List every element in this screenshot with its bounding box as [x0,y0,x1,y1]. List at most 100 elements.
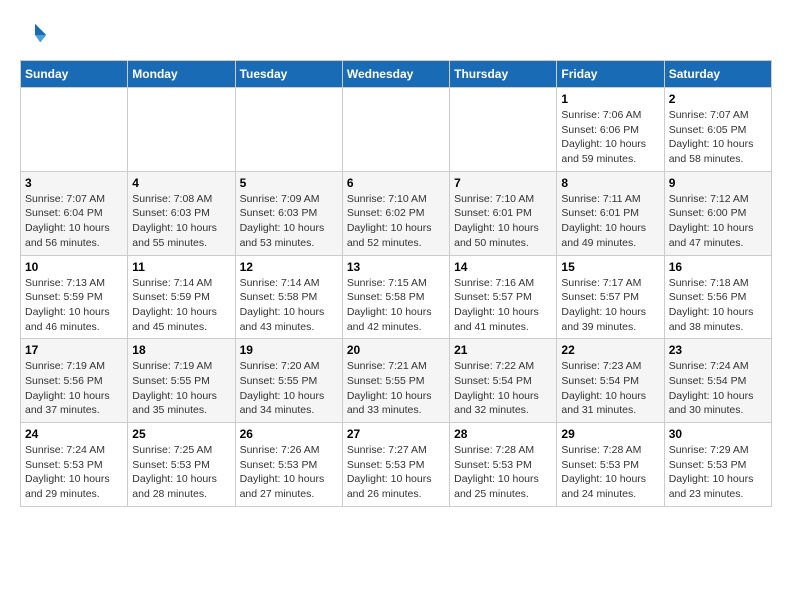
calendar-cell: 29 Sunrise: 7:28 AMSunset: 5:53 PMDayligh… [557,423,664,507]
calendar-cell: 24 Sunrise: 7:24 AMSunset: 5:53 PMDayligh… [21,423,128,507]
week-row-4: 17 Sunrise: 7:19 AMSunset: 5:56 PMDayligh… [21,339,772,423]
day-number: 18 [132,343,230,357]
day-info: Sunrise: 7:06 AMSunset: 6:06 PMDaylight:… [561,108,659,167]
day-number: 7 [454,176,552,190]
day-number: 4 [132,176,230,190]
calendar-cell: 3 Sunrise: 7:07 AMSunset: 6:04 PMDaylight… [21,171,128,255]
column-header-saturday: Saturday [664,61,771,88]
day-info: Sunrise: 7:21 AMSunset: 5:55 PMDaylight:… [347,359,445,418]
day-info: Sunrise: 7:10 AMSunset: 6:01 PMDaylight:… [454,192,552,251]
day-info: Sunrise: 7:11 AMSunset: 6:01 PMDaylight:… [561,192,659,251]
calendar-cell: 16 Sunrise: 7:18 AMSunset: 5:56 PMDayligh… [664,255,771,339]
column-header-friday: Friday [557,61,664,88]
day-number: 24 [25,427,123,441]
calendar-cell: 21Sunrise: 7:22 AMSunset: 5:54 PMDayligh… [450,339,557,423]
calendar-cell [128,88,235,172]
day-info: Sunrise: 7:29 AMSunset: 5:53 PMDaylight:… [669,443,767,502]
day-number: 17 [25,343,123,357]
week-row-3: 10 Sunrise: 7:13 AMSunset: 5:59 PMDayligh… [21,255,772,339]
day-number: 11 [132,260,230,274]
day-number: 29 [561,427,659,441]
day-number: 26 [240,427,338,441]
day-info: Sunrise: 7:22 AMSunset: 5:54 PMDaylight:… [454,359,552,418]
calendar-cell: 27 Sunrise: 7:27 AMSunset: 5:53 PMDayligh… [342,423,449,507]
day-info: Sunrise: 7:14 AMSunset: 5:59 PMDaylight:… [132,276,230,335]
calendar-header-row: SundayMondayTuesdayWednesdayThursdayFrid… [21,61,772,88]
day-info: Sunrise: 7:27 AMSunset: 5:53 PMDaylight:… [347,443,445,502]
day-info: Sunrise: 7:13 AMSunset: 5:59 PMDaylight:… [25,276,123,335]
day-number: 9 [669,176,767,190]
calendar-cell: 2 Sunrise: 7:07 AMSunset: 6:05 PMDaylight… [664,88,771,172]
day-number: 12 [240,260,338,274]
day-number: 2 [669,92,767,106]
day-number: 15 [561,260,659,274]
day-info: Sunrise: 7:26 AMSunset: 5:53 PMDaylight:… [240,443,338,502]
calendar-cell: 22 Sunrise: 7:23 AMSunset: 5:54 PMDayligh… [557,339,664,423]
day-number: 23 [669,343,767,357]
calendar-cell: 25 Sunrise: 7:25 AMSunset: 5:53 PMDayligh… [128,423,235,507]
calendar-cell: 8 Sunrise: 7:11 AMSunset: 6:01 PMDaylight… [557,171,664,255]
calendar-cell: 18 Sunrise: 7:19 AMSunset: 5:55 PMDayligh… [128,339,235,423]
day-info: Sunrise: 7:28 AMSunset: 5:53 PMDaylight:… [454,443,552,502]
day-number: 16 [669,260,767,274]
calendar-cell: 1 Sunrise: 7:06 AMSunset: 6:06 PMDaylight… [557,88,664,172]
calendar-cell: 23 Sunrise: 7:24 AMSunset: 5:54 PMDayligh… [664,339,771,423]
day-number: 14 [454,260,552,274]
day-info: Sunrise: 7:23 AMSunset: 5:54 PMDaylight:… [561,359,659,418]
day-info: Sunrise: 7:28 AMSunset: 5:53 PMDaylight:… [561,443,659,502]
day-info: Sunrise: 7:17 AMSunset: 5:57 PMDaylight:… [561,276,659,335]
calendar-cell [235,88,342,172]
calendar-cell: 5 Sunrise: 7:09 AMSunset: 6:03 PMDaylight… [235,171,342,255]
day-number: 28 [454,427,552,441]
calendar-cell: 13 Sunrise: 7:15 AMSunset: 5:58 PMDayligh… [342,255,449,339]
calendar-cell: 9Sunrise: 7:12 AMSunset: 6:00 PMDaylight… [664,171,771,255]
day-number: 5 [240,176,338,190]
calendar-cell: 11 Sunrise: 7:14 AMSunset: 5:59 PMDayligh… [128,255,235,339]
day-info: Sunrise: 7:07 AMSunset: 6:05 PMDaylight:… [669,108,767,167]
column-header-wednesday: Wednesday [342,61,449,88]
week-row-5: 24 Sunrise: 7:24 AMSunset: 5:53 PMDayligh… [21,423,772,507]
day-info: Sunrise: 7:24 AMSunset: 5:54 PMDaylight:… [669,359,767,418]
logo-icon [20,20,50,50]
calendar-cell: 26 Sunrise: 7:26 AMSunset: 5:53 PMDayligh… [235,423,342,507]
day-info: Sunrise: 7:25 AMSunset: 5:53 PMDaylight:… [132,443,230,502]
logo [20,20,54,50]
calendar-cell [450,88,557,172]
calendar-cell: 14 Sunrise: 7:16 AMSunset: 5:57 PMDayligh… [450,255,557,339]
calendar-cell: 4 Sunrise: 7:08 AMSunset: 6:03 PMDaylight… [128,171,235,255]
day-info: Sunrise: 7:07 AMSunset: 6:04 PMDaylight:… [25,192,123,251]
column-header-tuesday: Tuesday [235,61,342,88]
day-info: Sunrise: 7:14 AMSunset: 5:58 PMDaylight:… [240,276,338,335]
day-number: 19 [240,343,338,357]
calendar-cell: 7 Sunrise: 7:10 AMSunset: 6:01 PMDaylight… [450,171,557,255]
calendar-cell: 28 Sunrise: 7:28 AMSunset: 5:53 PMDayligh… [450,423,557,507]
column-header-sunday: Sunday [21,61,128,88]
day-info: Sunrise: 7:19 AMSunset: 5:56 PMDaylight:… [25,359,123,418]
day-info: Sunrise: 7:18 AMSunset: 5:56 PMDaylight:… [669,276,767,335]
day-number: 20 [347,343,445,357]
day-info: Sunrise: 7:10 AMSunset: 6:02 PMDaylight:… [347,192,445,251]
day-info: Sunrise: 7:19 AMSunset: 5:55 PMDaylight:… [132,359,230,418]
day-number: 10 [25,260,123,274]
calendar-cell: 20 Sunrise: 7:21 AMSunset: 5:55 PMDayligh… [342,339,449,423]
day-number: 30 [669,427,767,441]
calendar: SundayMondayTuesdayWednesdayThursdayFrid… [20,60,772,507]
day-number: 6 [347,176,445,190]
day-number: 8 [561,176,659,190]
day-info: Sunrise: 7:08 AMSunset: 6:03 PMDaylight:… [132,192,230,251]
day-info: Sunrise: 7:09 AMSunset: 6:03 PMDaylight:… [240,192,338,251]
day-number: 13 [347,260,445,274]
header [20,20,772,50]
day-info: Sunrise: 7:24 AMSunset: 5:53 PMDaylight:… [25,443,123,502]
week-row-1: 1 Sunrise: 7:06 AMSunset: 6:06 PMDaylight… [21,88,772,172]
day-info: Sunrise: 7:15 AMSunset: 5:58 PMDaylight:… [347,276,445,335]
day-number: 22 [561,343,659,357]
day-number: 3 [25,176,123,190]
day-info: Sunrise: 7:16 AMSunset: 5:57 PMDaylight:… [454,276,552,335]
day-number: 1 [561,92,659,106]
calendar-cell: 15 Sunrise: 7:17 AMSunset: 5:57 PMDayligh… [557,255,664,339]
day-number: 25 [132,427,230,441]
day-number: 27 [347,427,445,441]
column-header-monday: Monday [128,61,235,88]
calendar-cell: 19Sunrise: 7:20 AMSunset: 5:55 PMDayligh… [235,339,342,423]
